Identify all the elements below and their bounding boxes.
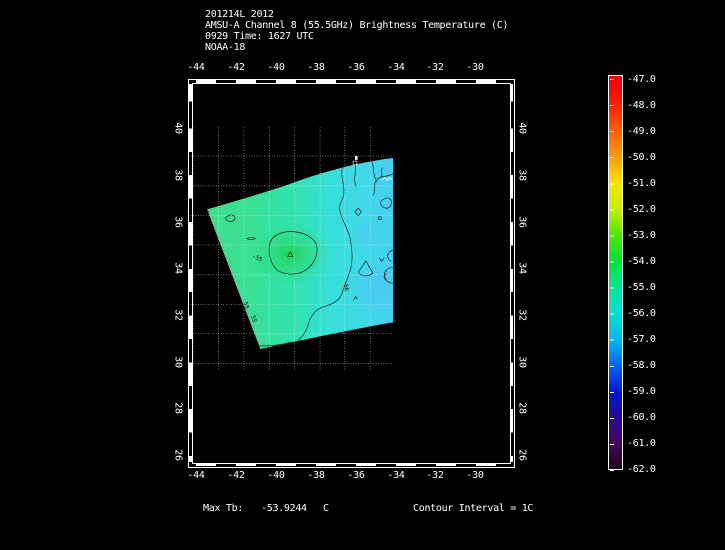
lon-tick-label: -42 — [227, 470, 245, 481]
colorbar-tick-label: -52.0 — [627, 204, 656, 215]
plot-window: 201214L 2012 AMSU-A Channel 8 (55.5GHz) … — [0, 0, 725, 550]
lat-tick-label: 32 — [516, 309, 528, 321]
colorbar-tick-label: -54.0 — [627, 256, 656, 267]
colorbar-tick-label: -55.0 — [627, 282, 656, 293]
title-line-time: 0929 Time: 1627 UTC — [205, 31, 314, 42]
lat-tick-label: 36 — [172, 216, 184, 228]
lon-tick-label: -34 — [387, 62, 405, 73]
max-tb-label: Max Tb: — [203, 503, 244, 514]
lon-tick-label: -32 — [426, 62, 444, 73]
lon-tick-label: -36 — [347, 62, 365, 73]
colorbar-tick-label: -59.0 — [627, 386, 656, 397]
cool-blob — [373, 162, 394, 178]
map-plot: -55 55 55 -56 — [190, 127, 394, 370]
colorbar-tick-label: -47.0 — [627, 74, 656, 85]
lat-tick-label: 40 — [172, 122, 184, 134]
colorbar-tick-label: -58.0 — [627, 360, 656, 371]
marker-filled-square-icon — [354, 156, 358, 160]
cool-blob — [377, 196, 394, 216]
lon-tick-label: -30 — [466, 470, 484, 481]
colorbar-tick-label: -57.0 — [627, 334, 656, 345]
title-line-main: AMSU-A Channel 8 (55.5GHz) Brightness Te… — [205, 20, 509, 31]
colorbar-tick-label: -62.0 — [627, 464, 656, 475]
lon-tick-label: -38 — [307, 62, 325, 73]
lat-tick-label: 26 — [516, 449, 528, 461]
colorbar-tick-label: -56.0 — [627, 308, 656, 319]
lon-tick-label: -30 — [466, 62, 484, 73]
lon-tick-label: -36 — [347, 470, 365, 481]
lat-tick-label: 38 — [516, 169, 528, 181]
lon-tick-label: -40 — [267, 62, 285, 73]
lat-tick-label: 36 — [516, 216, 528, 228]
colorbar-tick-label: -53.0 — [627, 230, 656, 241]
colorbar-tick-label: -60.0 — [627, 412, 656, 423]
lon-tick-label: -44 — [187, 470, 205, 481]
lon-tick-label: -42 — [227, 62, 245, 73]
lat-tick-label: 34 — [516, 262, 528, 274]
max-tb-value: -53.9244 — [261, 503, 307, 514]
lat-tick-label: 40 — [516, 122, 528, 134]
lon-tick-label: -44 — [187, 62, 205, 73]
map-plot-inner: -55 55 55 -56 — [190, 127, 394, 370]
lat-tick-label: 28 — [516, 402, 528, 414]
colorbar-tick-label: -50.0 — [627, 152, 656, 163]
contour-interval-label: Contour Interval = 1C — [413, 503, 534, 514]
title-block: 201214L 2012 AMSU-A Channel 8 (55.5GHz) … — [205, 9, 509, 53]
colorbar-tick-label: -48.0 — [627, 100, 656, 111]
colorbar-tick-label: -61.0 — [627, 438, 656, 449]
lon-tick-label: -40 — [267, 470, 285, 481]
lat-tick-label: 28 — [172, 402, 184, 414]
lat-tick-label: 38 — [172, 169, 184, 181]
max-tb-unit: C — [323, 503, 329, 514]
lat-tick-label: 32 — [172, 309, 184, 321]
lat-tick-label: 26 — [172, 449, 184, 461]
lat-tick-label: 30 — [172, 356, 184, 368]
lat-tick-label: 30 — [516, 356, 528, 368]
title-line-date: 201214L 2012 — [205, 9, 274, 20]
lon-tick-label: -38 — [307, 470, 325, 481]
colorbar-ticks — [610, 79, 614, 471]
lon-tick-label: -34 — [387, 470, 405, 481]
colorbar-tick-label: -51.0 — [627, 178, 656, 189]
lon-tick-label: -32 — [426, 470, 444, 481]
lat-tick-label: 34 — [172, 262, 184, 274]
colorbar-tick-label: -49.0 — [627, 126, 656, 137]
title-line-satellite: NOAA-18 — [205, 42, 246, 53]
temperature-swath — [207, 157, 394, 350]
cool-blob — [347, 222, 378, 247]
